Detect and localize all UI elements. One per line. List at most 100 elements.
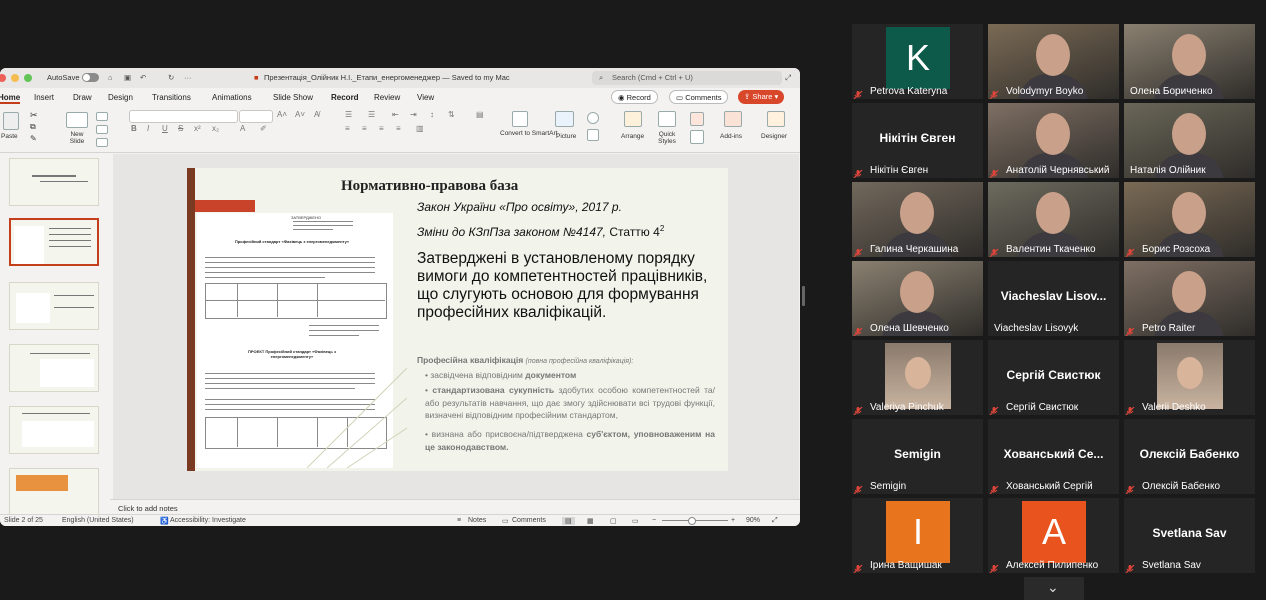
fit-slide-icon[interactable]: ⤢ [772, 517, 778, 525]
participant-tile[interactable]: Олексій Бабенко Олексій Бабенко [1124, 419, 1255, 494]
slide-thumbnail-5[interactable] [9, 406, 99, 454]
participant-tile[interactable]: Анатолій Чернявський [988, 103, 1119, 178]
new-slide-icon[interactable] [66, 112, 88, 128]
more-icon[interactable]: ··· [184, 73, 192, 82]
home-icon[interactable]: ⌂ [108, 73, 113, 82]
status-comments-button[interactable]: Comments [512, 517, 546, 524]
splitter-handle[interactable] [802, 286, 805, 306]
format-painter-icon[interactable]: ✎ [30, 134, 37, 143]
status-language[interactable]: English (United States) [62, 517, 134, 524]
bullets-icon[interactable]: ☰ [345, 110, 352, 119]
font-color-icon[interactable]: A [240, 124, 245, 133]
slide-canvas[interactable]: ЗАТВЕРДЖЕНО Професійний стандарт «Фахіве… [113, 154, 799, 499]
align-left-icon[interactable]: ≡ [345, 124, 350, 133]
zoom-out-icon[interactable]: − [652, 517, 656, 524]
addins-icon[interactable] [724, 111, 742, 127]
justify-icon[interactable]: ≡ [396, 124, 401, 133]
subscript-icon[interactable]: x₂ [212, 124, 219, 133]
participant-tile[interactable]: Petro Raiter [1124, 261, 1255, 336]
highlight-icon[interactable]: ✐ [260, 124, 267, 133]
zoom-slider-thumb[interactable] [688, 517, 696, 525]
comments-button[interactable]: ▭ Comments [669, 90, 729, 104]
participant-tile[interactable]: Сергій Свистюк Сергій Свистюк [988, 340, 1119, 415]
participant-tile[interactable]: Хованський Се... Хованський Сергій [988, 419, 1119, 494]
layout-icon[interactable] [96, 112, 108, 121]
slide-thumbnail-2[interactable] [9, 218, 99, 266]
font-family-select[interactable] [129, 110, 238, 123]
minimize-window-button[interactable] [11, 74, 19, 82]
participant-tile[interactable]: Олена Бориченко [1124, 24, 1255, 99]
align-center-icon[interactable]: ≡ [362, 124, 367, 133]
participant-tile[interactable]: Valeriya Pinchuk [852, 340, 983, 415]
grow-font-icon[interactable]: A˄ [277, 110, 287, 119]
strikethrough-icon[interactable]: S [178, 124, 183, 133]
decrease-indent-icon[interactable]: ⇤ [392, 110, 399, 119]
align-text-icon[interactable]: ▤ [476, 110, 484, 119]
arrange-icon[interactable] [624, 111, 642, 127]
participant-tile[interactable]: A Алексей Пилипенко [988, 498, 1119, 573]
zoom-level[interactable]: 90% [746, 517, 760, 524]
tab-draw[interactable]: Draw [73, 93, 92, 102]
tab-design[interactable]: Design [108, 93, 133, 102]
numbering-icon[interactable]: ☰ [368, 110, 375, 119]
share-button[interactable]: ⇪ Share ▾ [738, 90, 785, 104]
copy-icon[interactable]: ⧉ [30, 122, 36, 132]
participant-tile[interactable]: K Petrova Kateryna [852, 24, 983, 99]
tab-insert[interactable]: Insert [34, 93, 54, 102]
columns-icon[interactable]: ▥ [416, 124, 424, 133]
redo-icon[interactable]: ↻ [168, 73, 174, 82]
tab-slide-show[interactable]: Slide Show [273, 93, 313, 102]
tab-transitions[interactable]: Transitions [152, 93, 191, 102]
slide-thumbnail-4[interactable] [9, 344, 99, 392]
participant-tile[interactable]: Svetlana Sav Svetlana Sav [1124, 498, 1255, 573]
participant-tile[interactable]: Нікітін Євген Нікітін Євген [852, 103, 983, 178]
slide-sorter-icon[interactable]: ▦ [587, 517, 594, 525]
superscript-icon[interactable]: x² [194, 124, 201, 133]
record-button[interactable]: ◉ Record [611, 90, 658, 104]
picture-icon[interactable] [555, 111, 574, 127]
tab-home[interactable]: Home [0, 93, 21, 104]
participant-tile[interactable]: I Ірина Ващишак [852, 498, 983, 573]
status-accessibility[interactable]: Accessibility: Investigate [170, 517, 246, 524]
reading-view-icon[interactable]: ▢ [610, 517, 617, 525]
gallery-next-page-button[interactable]: ⌄ [1024, 577, 1084, 600]
tab-animations[interactable]: Animations [212, 93, 252, 102]
slide-thumbnail-6[interactable] [9, 468, 99, 516]
status-notes-button[interactable]: Notes [468, 517, 486, 524]
clear-format-icon[interactable]: A̸ [314, 110, 319, 119]
slide-thumbnail-1[interactable] [9, 158, 99, 206]
tab-review[interactable]: Review [374, 93, 400, 102]
undo-icon[interactable]: ↶ [140, 73, 146, 82]
font-size-select[interactable] [239, 110, 273, 123]
increase-indent-icon[interactable]: ⇥ [410, 110, 417, 119]
tab-view[interactable]: View [417, 93, 434, 102]
bold-icon[interactable]: B [131, 124, 137, 133]
normal-view-icon[interactable]: ▤ [562, 517, 575, 525]
zoom-in-icon[interactable]: + [731, 517, 735, 524]
participant-tile[interactable]: Галина Черкашина [852, 182, 983, 257]
designer-icon[interactable] [767, 111, 785, 127]
textbox-icon[interactable] [587, 129, 599, 141]
quick-styles-icon[interactable] [658, 111, 676, 127]
line-spacing-icon[interactable]: ↕ [430, 110, 434, 119]
tab-record[interactable]: Record [331, 93, 359, 102]
expand-icon[interactable]: ⤢ [785, 73, 791, 83]
text-direction-icon[interactable]: ⇅ [448, 110, 455, 119]
participant-tile[interactable]: Борис Розсоха [1124, 182, 1255, 257]
save-icon[interactable]: ▣ [124, 73, 131, 82]
underline-icon[interactable]: U [162, 124, 168, 133]
search-box[interactable]: ⌕ Search (Cmd + Ctrl + U) [592, 71, 782, 85]
slideshow-icon[interactable]: ▭ [632, 517, 639, 525]
participant-tile[interactable]: Олена Шевченко [852, 261, 983, 336]
cut-icon[interactable]: ✂ [30, 110, 38, 121]
reset-icon[interactable] [96, 125, 108, 134]
participant-tile[interactable]: Валентин Ткаченко [988, 182, 1119, 257]
shrink-font-icon[interactable]: A˅ [295, 110, 305, 119]
participant-tile[interactable]: Valerii Deshko [1124, 340, 1255, 415]
italic-icon[interactable]: I [147, 124, 149, 133]
shape-outline-icon[interactable] [690, 130, 704, 144]
align-right-icon[interactable]: ≡ [379, 124, 384, 133]
section-icon[interactable] [96, 138, 108, 147]
zoom-window-button[interactable] [24, 74, 32, 82]
shape-fill-icon[interactable] [690, 112, 704, 126]
